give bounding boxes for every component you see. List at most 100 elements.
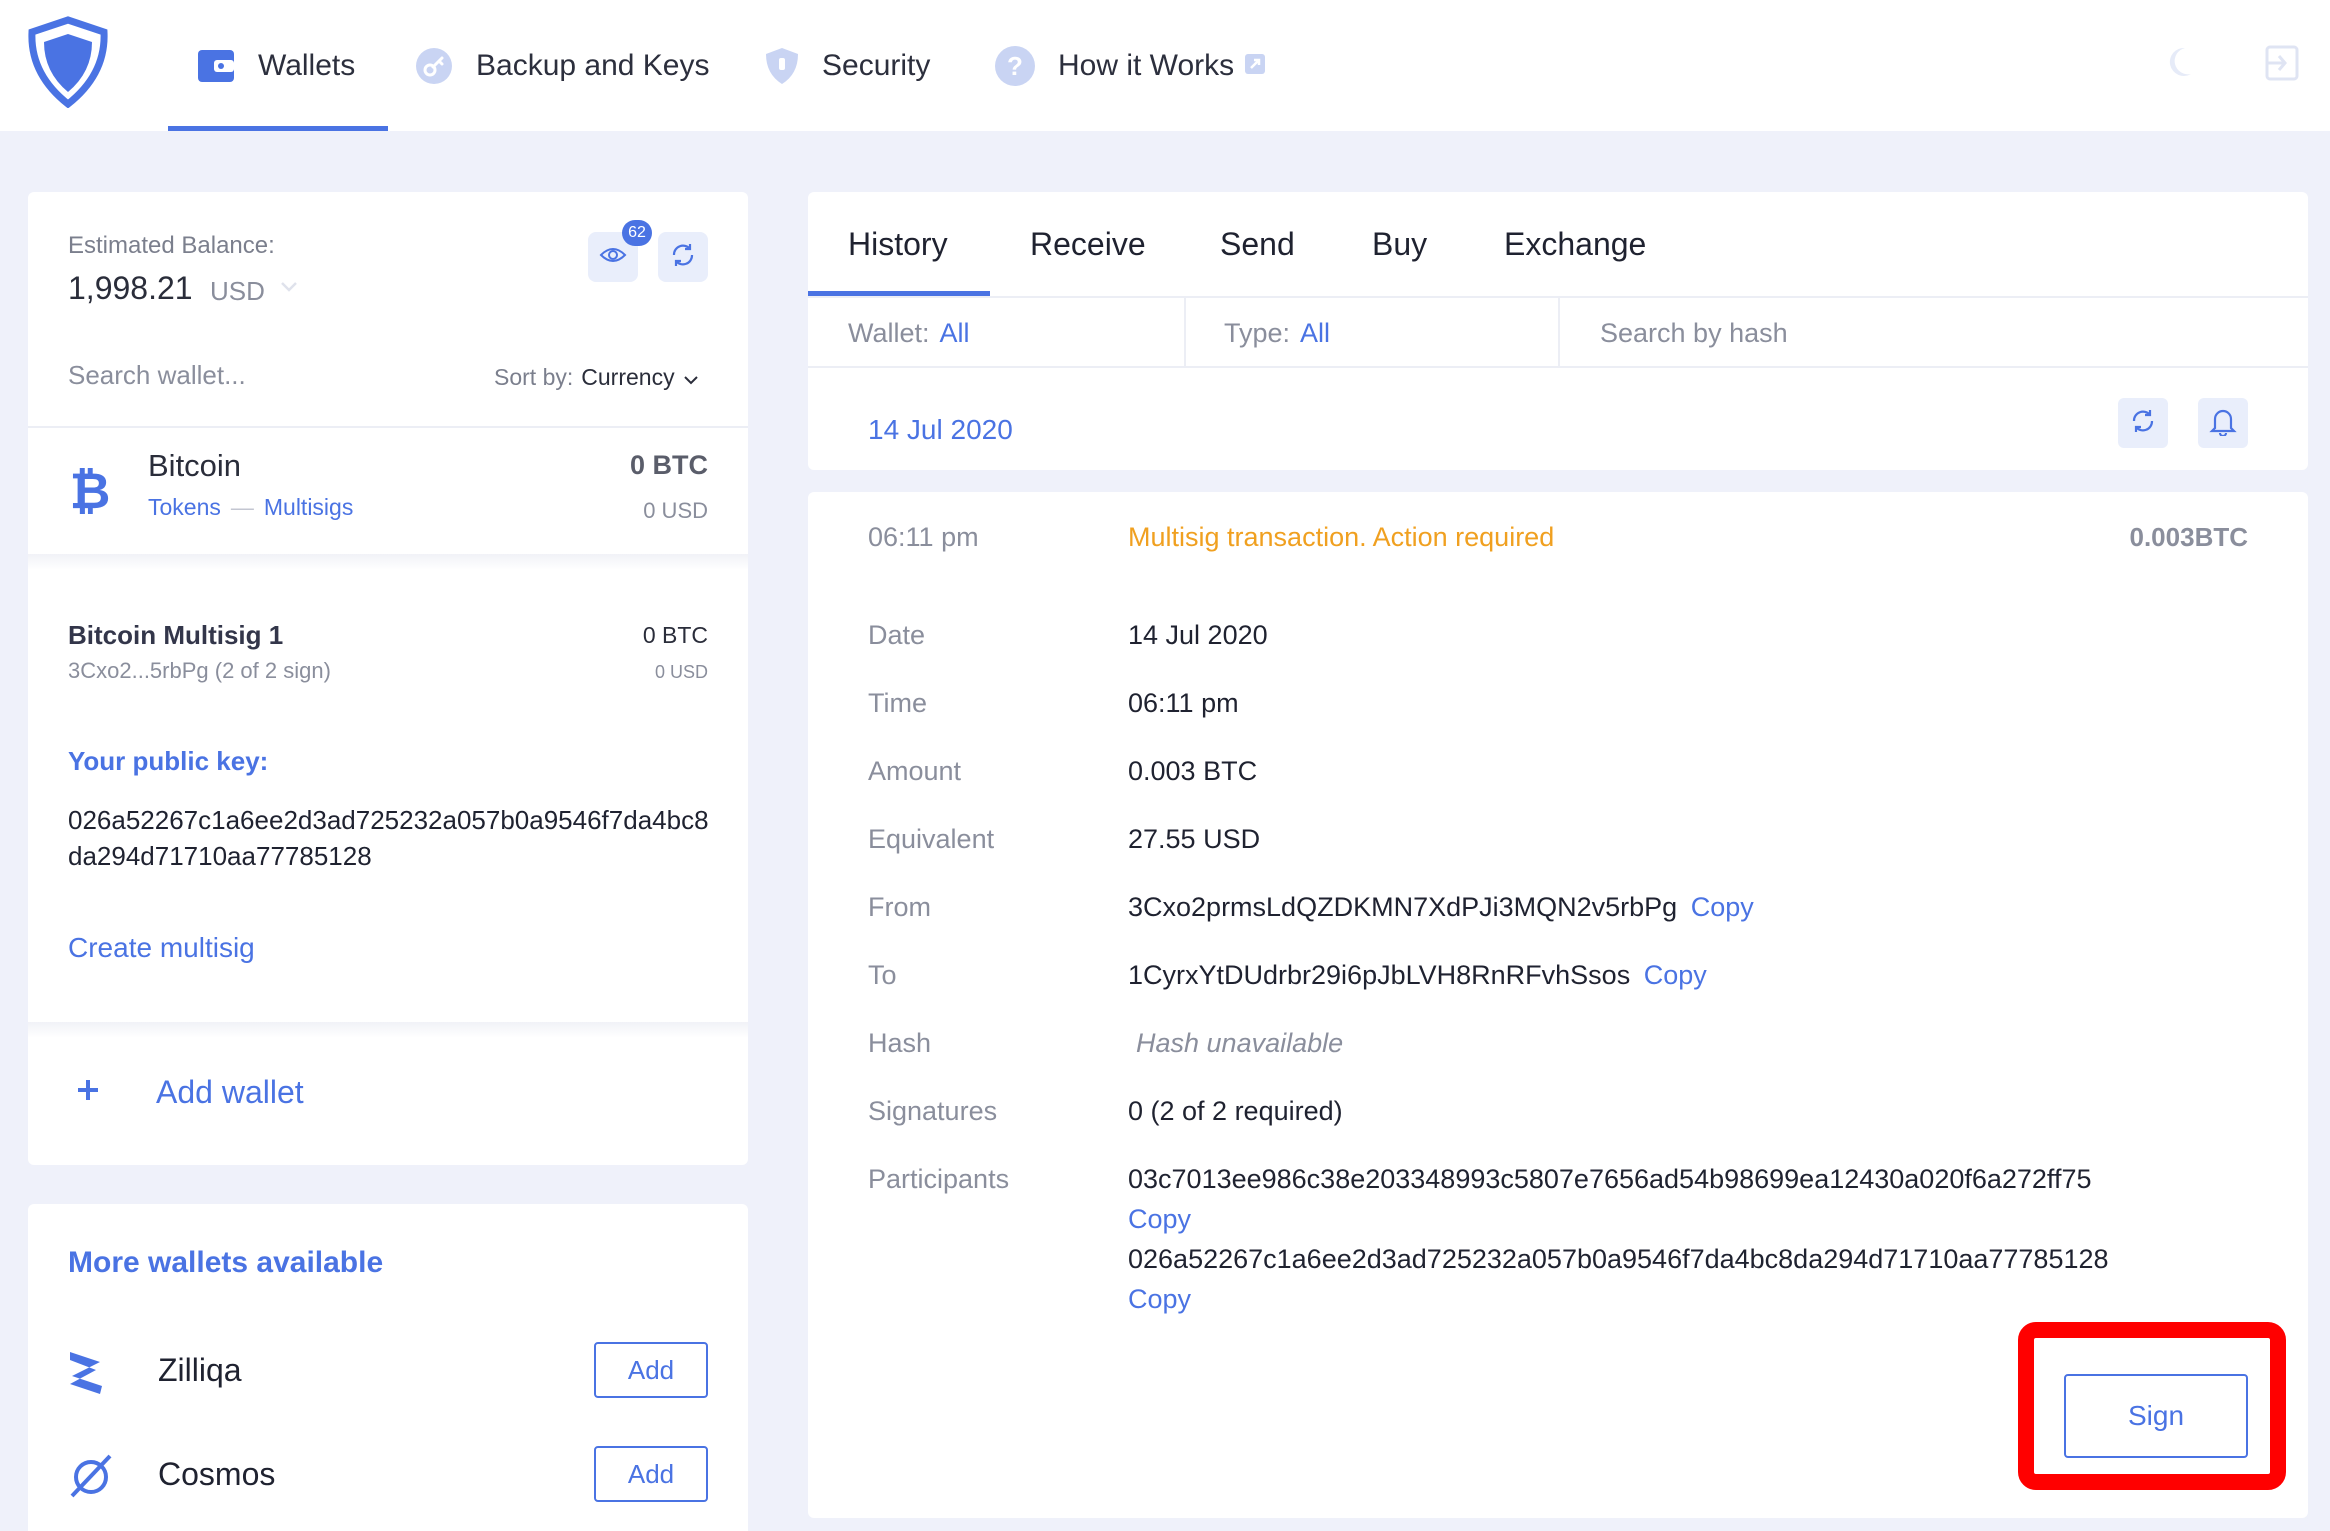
tx-status: Multisig transaction. Action required [1128, 522, 1555, 552]
detail-label-equivalent: Equivalent [868, 824, 995, 854]
refresh-balance-button[interactable] [658, 232, 708, 282]
hidden-count-badge: 62 [622, 220, 652, 246]
question-icon: ? [994, 45, 1036, 87]
sort-by-value: Currency [581, 364, 675, 390]
logout-icon[interactable] [2263, 44, 2301, 87]
bell-icon [2209, 406, 2237, 441]
multisig-usd: 0 USD [654, 662, 708, 682]
refresh-icon [2129, 407, 2157, 440]
moon-icon[interactable] [2165, 44, 2201, 85]
bitcoin-icon: ₿ [70, 462, 111, 521]
refresh-history-button[interactable] [2118, 398, 2168, 448]
sign-button[interactable]: Sign [2064, 1374, 2248, 1458]
wallet-icon [196, 46, 236, 86]
search-wallet-input[interactable] [68, 360, 428, 391]
tab-exchange[interactable]: Exchange [1504, 192, 1646, 296]
tab-buy[interactable]: Buy [1372, 192, 1427, 296]
filter-divider [1558, 298, 1560, 368]
wallet-row-bitcoin[interactable]: ₿ Bitcoin Tokens — Multisigs 0 BTC 0 USD [28, 428, 748, 554]
copy-from-button[interactable]: Copy [1691, 892, 1754, 922]
coin-name: Cosmos [158, 1456, 276, 1492]
tab-receive[interactable]: Receive [1030, 192, 1146, 296]
from-address: 3Cxo2prmsLdQZDKMN7XdPJi3MQN2v5rbPg [1128, 892, 1678, 922]
shield-icon [764, 46, 800, 86]
top-nav-bar: Wallets Backup and Keys Security ? How i… [0, 0, 2330, 131]
cosmos-icon [66, 1450, 116, 1505]
detail-label-participants: Participants [868, 1164, 1010, 1194]
wallets-panel: Estimated Balance: 1,998.21 USD 62 Sort … [28, 192, 748, 1165]
wallet-filter-label: Wallet: [848, 317, 930, 348]
history-header-panel: History Receive Send Buy Exchange Wallet… [808, 192, 2308, 470]
filter-divider [1184, 298, 1186, 368]
hash-search-cell [1600, 298, 2000, 368]
add-cosmos-button[interactable]: Add [594, 1446, 708, 1502]
detail-value-signatures: 0 (2 of 2 required) [1128, 1096, 1343, 1126]
notifications-button[interactable] [2198, 398, 2248, 448]
participant-key: 03c7013ee986c38e203348993c5807e7656ad54b… [1128, 1164, 2092, 1194]
detail-value-date: 14 Jul 2020 [1128, 620, 1268, 650]
tab-send[interactable]: Send [1220, 192, 1295, 296]
tx-amount: 0.003BTC [2129, 522, 2249, 552]
coin-name: Zilliqa [158, 1352, 242, 1388]
svg-text:₿: ₿ [70, 464, 110, 516]
wallet-name: Bitcoin [148, 448, 242, 483]
multisig-address: 3Cxo2...5rbPg (2 of 2 sign) [68, 658, 331, 683]
balance-currency[interactable]: USD [210, 276, 265, 307]
detail-label-signatures: Signatures [868, 1096, 998, 1126]
wallet-links: Tokens — Multisigs [148, 494, 353, 521]
tokens-link[interactable]: Tokens [148, 494, 221, 521]
multisig-name[interactable]: Bitcoin Multisig 1 [68, 620, 283, 651]
search-hash-input[interactable] [1600, 317, 2000, 349]
detail-label-from: From [868, 892, 931, 922]
key-icon [414, 46, 454, 86]
detail-label-amount: Amount [868, 756, 962, 786]
create-multisig-link[interactable]: Create multisig [68, 932, 255, 964]
nav-security-label: Security [822, 48, 931, 82]
detail-value-time: 06:11 pm [1128, 688, 1239, 718]
wallet-filter-value: All [939, 317, 970, 348]
filter-bar: Wallet: All Type: All [808, 296, 2308, 368]
nav-backup-and-keys[interactable]: Backup and Keys [414, 0, 709, 131]
detail-value-to: 1CyrxYtDUdrbr29i6pJbLVH8RnRFvhSsos Copy [1128, 960, 1707, 991]
nav-security[interactable]: Security [764, 0, 930, 131]
nav-how-it-works[interactable]: ? How it Works [994, 0, 1266, 131]
multisigs-link[interactable]: Multisigs [264, 494, 353, 521]
tab-history[interactable]: History [848, 192, 948, 296]
detail-label-time: Time [868, 688, 927, 718]
nav-how-label: How it Works [1058, 48, 1235, 82]
external-link-icon [1244, 49, 1266, 83]
nav-backup-label: Backup and Keys [476, 48, 710, 82]
wallet-usd: 0 USD [643, 498, 708, 523]
chevron-down-icon[interactable] [280, 280, 298, 298]
type-filter-value: All [1300, 317, 1331, 348]
copy-to-button[interactable]: Copy [1644, 960, 1707, 990]
estimated-balance-label: Estimated Balance: [68, 232, 275, 259]
copy-participant-1-button[interactable]: Copy [1128, 1204, 1191, 1235]
detail-value-hash: Hash unavailable [1136, 1028, 1344, 1058]
public-key-value: 026a52267c1a6ee2d3ad725232a057b0a9546f7d… [68, 805, 709, 871]
sort-by-dropdown[interactable]: Sort by: Currency [494, 364, 699, 391]
detail-label-hash: Hash [868, 1028, 932, 1058]
plus-icon [76, 1078, 100, 1107]
add-wallet-button[interactable]: Add wallet [28, 1028, 748, 1165]
type-filter[interactable]: Type: All [1224, 298, 1330, 368]
nav-wallets[interactable]: Wallets [196, 0, 355, 131]
add-zilliqa-button[interactable]: Add [594, 1342, 708, 1398]
detail-value-amount: 0.003 BTC [1128, 756, 1258, 786]
public-key-label: Your public key: [68, 746, 269, 776]
refresh-icon [669, 241, 697, 274]
more-wallets-panel: More wallets available Zilliqa Add Cosmo… [28, 1204, 748, 1531]
copy-participant-2-button[interactable]: Copy [1128, 1284, 1191, 1315]
detail-label-date: Date [868, 620, 926, 650]
participant-key: 026a52267c1a6ee2d3ad725232a057b0a9546f7d… [1128, 1244, 2109, 1274]
detail-value-equivalent: 27.55 USD [1128, 824, 1261, 854]
tx-time: 06:11 pm [868, 522, 979, 552]
app-logo-shield-icon[interactable] [26, 16, 110, 109]
row-shadow [28, 554, 748, 570]
nav-wallets-label: Wallets [258, 48, 356, 82]
wallet-filter[interactable]: Wallet: All [848, 298, 970, 368]
sort-by-label: Sort by: [494, 364, 574, 390]
link-separator: — [230, 494, 254, 520]
history-date-heading: 14 Jul 2020 [868, 414, 1013, 445]
detail-value-from: 3Cxo2prmsLdQZDKMN7XdPJi3MQN2v5rbPg Copy [1128, 892, 1754, 923]
